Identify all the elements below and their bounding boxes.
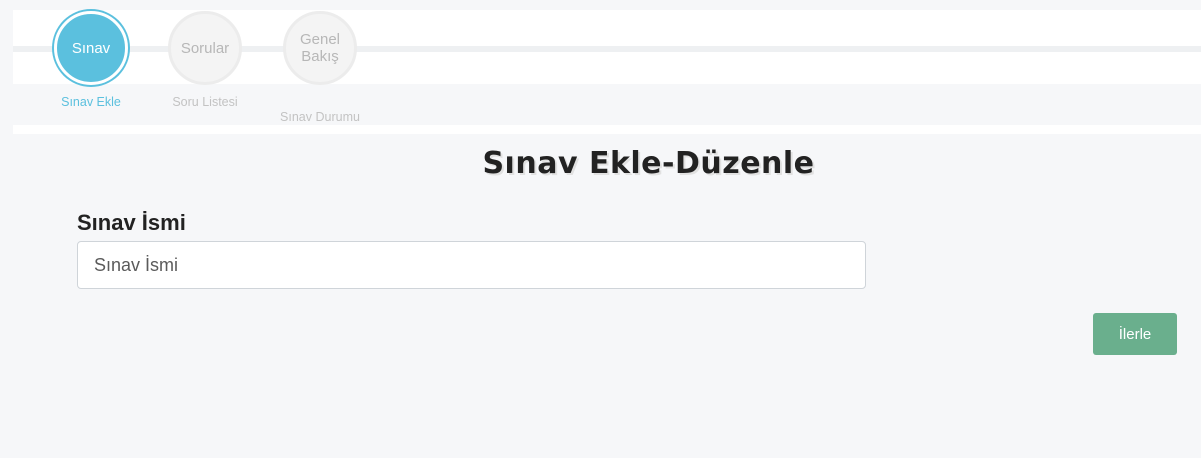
exam-name-label: Sınav İsmi: [77, 210, 186, 235]
step-questions-circle-text: Sorular: [168, 11, 242, 85]
step-overview-label: Sınav Durumu: [280, 110, 360, 124]
step-questions-label: Soru Listesi: [172, 95, 238, 109]
stepper: Sınav Sınav Ekle Sorular Soru Listesi Ge…: [13, 10, 1201, 134]
step-overview[interactable]: Genel Bakış: [282, 10, 358, 86]
stepper-divider: [13, 125, 1201, 134]
exam-name-input[interactable]: [77, 241, 866, 289]
next-button[interactable]: İlerle: [1093, 313, 1177, 355]
step-exam-circle-text: Sınav: [54, 11, 128, 85]
page: Sınav Sınav Ekle Sorular Soru Listesi Ge…: [0, 0, 1201, 458]
page-title: Sınav Ekle-Düzenle: [482, 146, 815, 181]
step-questions[interactable]: Sorular: [167, 10, 243, 86]
step-overview-circle-text: Genel Bakış: [283, 11, 357, 85]
step-exam-label: Sınav Ekle: [61, 95, 121, 109]
step-exam[interactable]: Sınav: [53, 10, 129, 86]
